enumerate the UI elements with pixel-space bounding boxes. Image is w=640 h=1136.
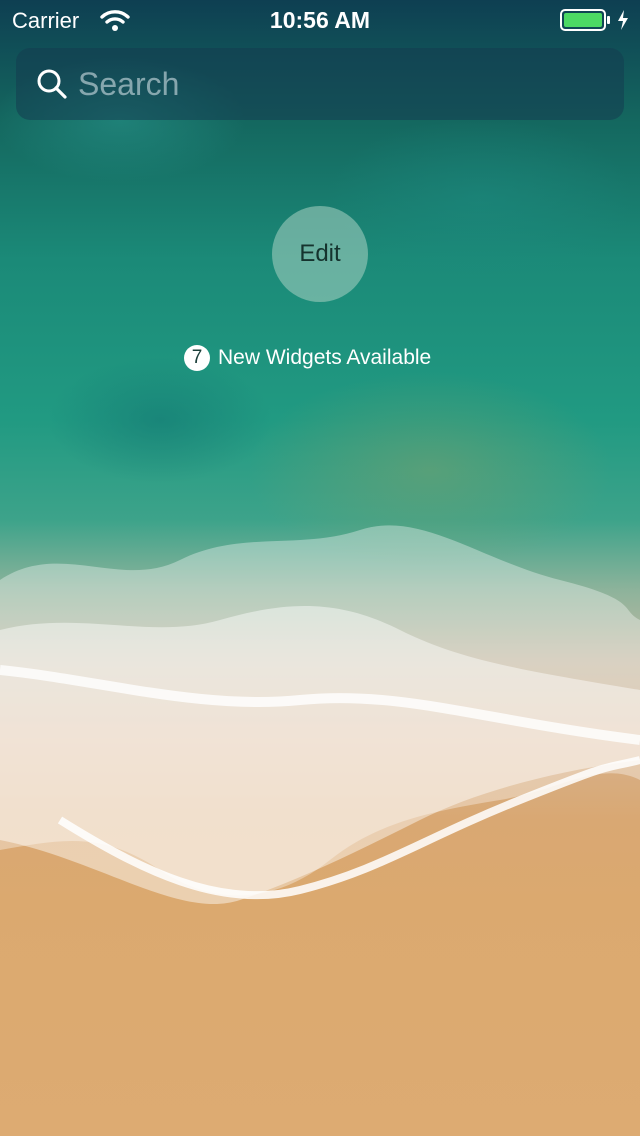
- battery-icon: [560, 9, 610, 31]
- charging-bolt-icon: [616, 9, 630, 36]
- widget-count-badge: 7: [184, 345, 210, 371]
- new-widgets-label: New Widgets Available: [218, 346, 432, 369]
- status-bar: Carrier 10:56 AM: [0, 0, 640, 40]
- edit-button-label: Edit: [299, 240, 341, 267]
- search-input[interactable]: Search: [16, 48, 624, 120]
- edit-button[interactable]: Edit: [272, 206, 368, 302]
- new-widgets-notice[interactable]: 7 New Widgets Available: [184, 344, 431, 372]
- clock-time: 10:56 AM: [269, 7, 371, 33]
- search-placeholder: Search: [78, 66, 180, 102]
- wave-foam: [0, 525, 640, 905]
- search-icon: [36, 68, 68, 105]
